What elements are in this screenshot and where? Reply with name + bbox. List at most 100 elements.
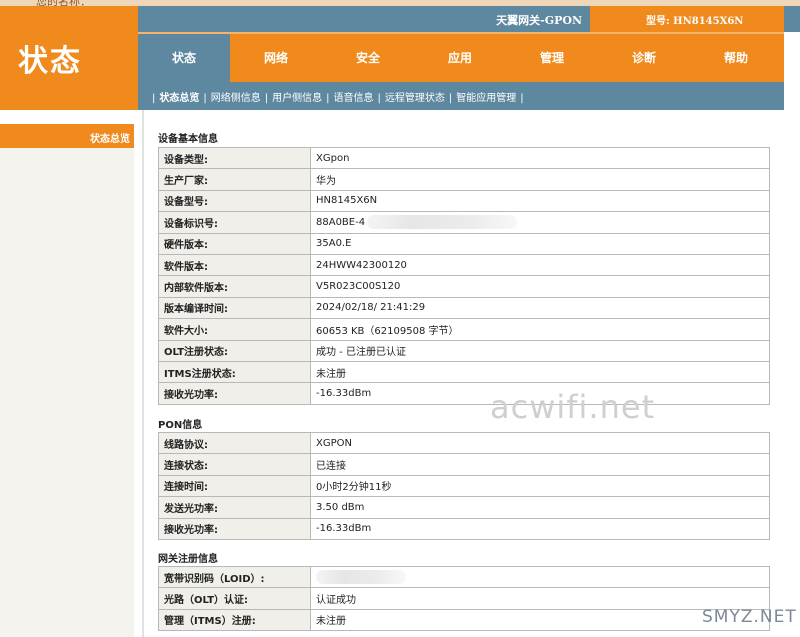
row-key: 设备型号:	[158, 189, 311, 213]
row-key: 连接时间:	[158, 474, 311, 498]
sidebar-item-label: 状态总览	[90, 134, 130, 145]
registration-info-table: 宽带识别码（LOID）: 光路（OLT）认证: 认证成功 管理（ITMS）注册: 未…	[158, 565, 770, 632]
row-key: 接收光功率:	[158, 517, 311, 540]
pon-info-table: 线路协议: XGPON 连接状态: 已连接 连接时间: 0小时2分钟11秒 发送光功率…	[158, 431, 770, 540]
table-row: 设备类型: XGpon	[158, 146, 770, 170]
table-row: 发送光功率: 3.50 dBm	[158, 496, 770, 519]
table-row: 设备型号: HN8145X6N	[158, 189, 770, 213]
section-title-basic: 设备基本信息	[158, 134, 218, 145]
row-key: 线路协议:	[158, 431, 311, 455]
watermark-center: acwifi.net	[490, 388, 656, 426]
subnav-item-network-info[interactable]: 网络侧信息	[211, 93, 261, 104]
logo-block: 状态	[0, 6, 138, 110]
subnav-item-smart-apps[interactable]: 智能应用管理	[456, 93, 516, 104]
sub-nav: | 状态总览 | 网络侧信息 | 用户侧信息 | 语音信息 | 远程管理状态 | 智能应用管理 |	[138, 82, 784, 110]
row-key: OLT注册状态:	[158, 339, 311, 362]
table-row: 版本编译时间: 2024/02/18/ 21:41:29	[158, 296, 770, 320]
row-value: XGPON	[310, 431, 770, 455]
sidebar-item-overview[interactable]: 状态总览	[0, 124, 134, 148]
tab-network[interactable]: 网络	[230, 34, 322, 82]
subnav-separator: |	[448, 93, 453, 104]
row-key: 硬件版本:	[158, 232, 311, 255]
main-nav: 状态 网络 安全 应用 管理 诊断 帮助	[138, 32, 784, 82]
row-key: 版本编译时间:	[158, 296, 311, 320]
section-title-pon: PON信息	[158, 420, 203, 431]
row-value-redacted: 88A0BE-4	[310, 211, 770, 234]
page-title: 状态	[18, 44, 82, 79]
table-row: ITMS注册状态: 未注册	[158, 360, 770, 384]
subnav-item-voice-info[interactable]: 语音信息	[334, 93, 374, 104]
model-label: 型号: HN8145X6N	[646, 16, 744, 27]
row-key: 设备标识号:	[158, 211, 311, 234]
row-value: 2024/02/18/ 21:41:29	[310, 296, 770, 320]
row-value: 成功 - 已注册已认证	[310, 339, 770, 362]
table-row: 连接时间: 0小时2分钟11秒	[158, 474, 770, 498]
row-value: 35A0.E	[310, 232, 770, 255]
row-value: V5R023C00S120	[310, 275, 770, 298]
table-row: 生产厂家: 华为	[158, 168, 770, 191]
row-value: 华为	[310, 168, 770, 191]
row-value: 24HWW42300120	[310, 253, 770, 277]
row-value: -16.33dBm	[310, 517, 770, 540]
subnav-separator: |	[520, 93, 524, 104]
table-row: 接收光功率: -16.33dBm	[158, 517, 770, 540]
table-row: 接收光功率: -16.33dBm	[158, 382, 770, 405]
row-key: 软件大小:	[158, 318, 311, 341]
tab-applications[interactable]: 应用	[414, 34, 506, 82]
section-title-registration: 网关注册信息	[158, 554, 218, 565]
row-value: 未注册	[310, 360, 770, 384]
subnav-item-remote-mgmt[interactable]: 远程管理状态	[385, 93, 445, 104]
row-key: 设备类型:	[158, 146, 311, 170]
row-key: ITMS注册状态:	[158, 360, 311, 384]
row-value: HN8145X6N	[310, 189, 770, 213]
table-row: 硬件版本: 35A0.E	[158, 232, 770, 255]
redaction-blur	[316, 570, 406, 585]
tab-management[interactable]: 管理	[506, 34, 598, 82]
subnav-separator: |	[152, 93, 156, 104]
redaction-blur	[367, 215, 518, 230]
table-row: 设备标识号: 88A0BE-4	[158, 211, 770, 234]
watermark-corner: SMYZ.NET	[702, 607, 797, 627]
row-key: 接收光功率:	[158, 382, 311, 405]
tab-help[interactable]: 帮助	[690, 34, 782, 82]
table-row: 内部软件版本: V5R023C00S120	[158, 275, 770, 298]
row-value: XGpon	[310, 146, 770, 170]
gateway-name: 天翼网关-GPON	[496, 14, 582, 27]
table-row: 线路协议: XGPON	[158, 431, 770, 455]
row-value-redacted	[310, 565, 770, 589]
table-row: 软件大小: 60653 KB（62109508 字节）	[158, 318, 770, 341]
model-box: 型号: HN8145X6N	[590, 6, 784, 32]
subnav-item-overview[interactable]: 状态总览	[159, 93, 199, 104]
sidebar	[0, 148, 134, 637]
table-row: 软件版本: 24HWW42300120	[158, 253, 770, 277]
row-key: 连接状态:	[158, 453, 311, 476]
row-value: 认证成功	[310, 587, 770, 610]
table-row: OLT注册状态: 成功 - 已注册已认证	[158, 339, 770, 362]
tab-security[interactable]: 安全	[322, 34, 414, 82]
row-value: 未注册	[310, 608, 770, 632]
subnav-item-user-info[interactable]: 用户侧信息	[272, 93, 322, 104]
row-key: 软件版本:	[158, 253, 311, 277]
row-value: 3.50 dBm	[310, 496, 770, 519]
subnav-separator: |	[203, 93, 207, 104]
row-key: 光路（OLT）认证:	[158, 587, 311, 610]
row-value: 0小时2分钟11秒	[310, 474, 770, 498]
row-key: 宽带识别码（LOID）:	[158, 565, 311, 589]
subnav-separator: |	[377, 93, 381, 104]
subnav-separator: |	[326, 93, 330, 104]
basic-info-table: 设备类型: XGpon 生产厂家: 华为 设备型号: HN8145X6N 设备标识号:…	[158, 146, 770, 405]
tab-status[interactable]: 状态	[138, 34, 230, 82]
table-row: 连接状态: 已连接	[158, 453, 770, 476]
row-value: 60653 KB（62109508 字节）	[310, 318, 770, 341]
row-key: 管理（ITMS）注册:	[158, 608, 311, 632]
row-key: 发送光功率:	[158, 496, 311, 519]
device-id-value: 88A0BE-4	[316, 217, 366, 229]
table-row: 宽带识别码（LOID）:	[158, 565, 770, 589]
main-content: 设备基本信息 设备类型: XGpon 生产厂家: 华为 设备型号: HN8145X6N…	[142, 110, 784, 637]
tab-diagnostics[interactable]: 诊断	[598, 34, 690, 82]
row-value: 已连接	[310, 453, 770, 476]
row-key: 生产厂家:	[158, 168, 311, 191]
table-row: 管理（ITMS）注册: 未注册	[158, 608, 770, 632]
table-row: 光路（OLT）认证: 认证成功	[158, 587, 770, 610]
subnav-separator: |	[264, 93, 269, 104]
